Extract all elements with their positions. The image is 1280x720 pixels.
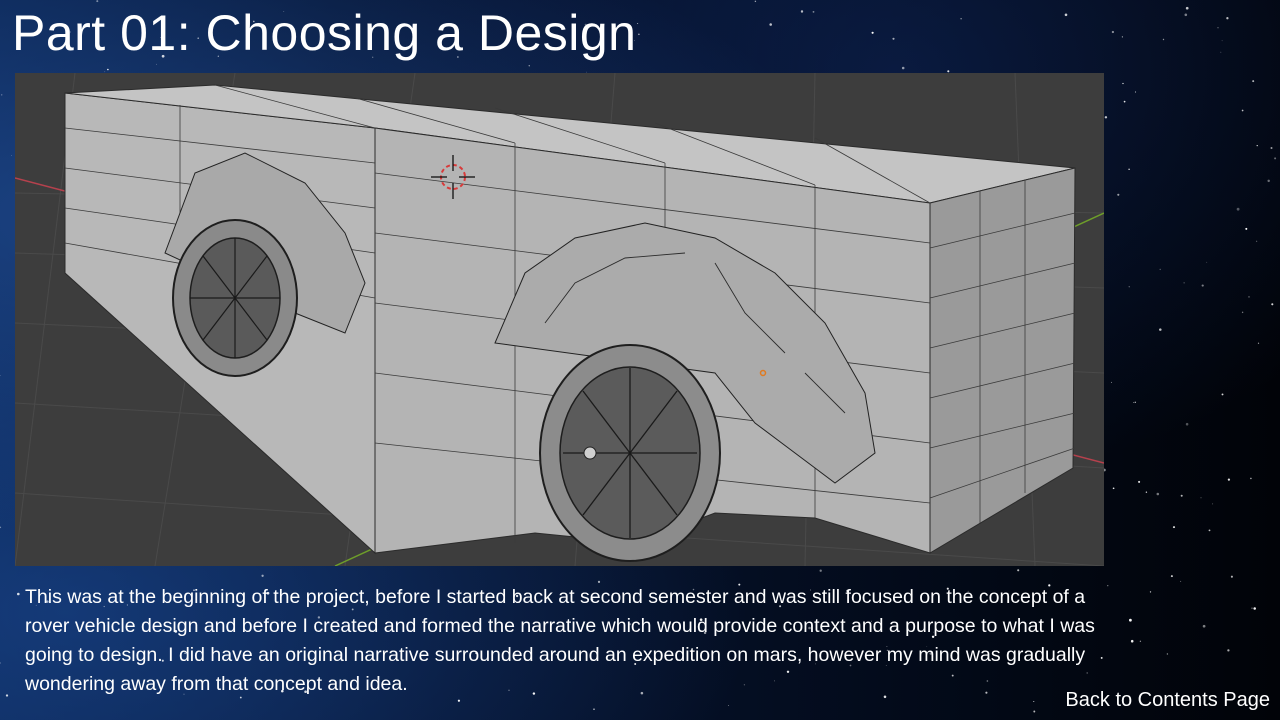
star (1107, 585, 1109, 587)
star (1033, 701, 1035, 702)
star (1128, 286, 1130, 288)
star (1134, 91, 1137, 93)
star (457, 699, 461, 702)
star (11, 154, 12, 156)
star (5, 694, 9, 697)
star (1017, 569, 1020, 572)
star (637, 23, 639, 25)
star (1112, 487, 1115, 490)
star (1162, 38, 1165, 41)
star (1129, 618, 1132, 622)
star (1248, 296, 1250, 298)
star (1236, 207, 1240, 211)
star (1251, 607, 1253, 609)
star (1226, 17, 1229, 20)
star (1200, 497, 1202, 499)
star (1159, 328, 1162, 331)
star (1227, 478, 1231, 481)
star (1130, 639, 1134, 643)
star (1271, 303, 1274, 306)
star (1221, 40, 1223, 42)
star (1221, 393, 1224, 396)
star (0, 662, 1, 664)
star (0, 526, 2, 529)
star (1267, 179, 1270, 183)
star (1133, 402, 1135, 403)
star (107, 68, 109, 71)
star (1256, 240, 1258, 242)
star (1149, 591, 1152, 593)
star (1250, 477, 1252, 480)
star (800, 10, 804, 13)
star (17, 592, 20, 596)
star (960, 18, 962, 20)
star (1220, 51, 1222, 53)
star (754, 0, 757, 3)
star (1104, 116, 1108, 119)
star (1202, 624, 1206, 628)
star (1208, 529, 1211, 532)
star (1145, 491, 1148, 493)
star (1111, 381, 1112, 383)
star (901, 66, 905, 70)
star (638, 33, 640, 36)
star (1184, 13, 1188, 17)
star (812, 10, 815, 13)
star (1230, 575, 1233, 578)
star (1253, 607, 1256, 610)
back-to-contents-link[interactable]: Back to Contents Page (1065, 689, 1270, 712)
star (1111, 30, 1115, 34)
star (156, 63, 157, 65)
star (1064, 13, 1068, 17)
star (261, 574, 264, 577)
star (1274, 157, 1277, 160)
star (1212, 503, 1214, 505)
star (1128, 168, 1130, 171)
star (1180, 580, 1182, 582)
star (1172, 526, 1176, 529)
star (1185, 6, 1189, 10)
star (769, 23, 772, 26)
star (892, 37, 895, 40)
blender-viewport-screenshot (15, 73, 1104, 566)
star (1122, 82, 1124, 85)
star (528, 65, 530, 67)
star (593, 708, 595, 710)
star (1245, 227, 1248, 230)
slide-title: Part 01: Choosing a Design (12, 5, 637, 61)
star (1121, 36, 1123, 38)
star (1180, 494, 1183, 497)
star (1201, 284, 1204, 287)
star (1123, 100, 1126, 103)
rover-model-render (15, 73, 1104, 566)
star (1185, 422, 1189, 426)
star (819, 569, 822, 572)
star (96, 0, 99, 3)
star (1033, 710, 1036, 713)
star (1217, 27, 1219, 29)
star (871, 31, 874, 34)
star (1241, 109, 1244, 112)
star (1257, 342, 1260, 344)
star (1156, 492, 1160, 496)
star (1139, 640, 1142, 642)
star (1256, 145, 1258, 147)
star (1252, 80, 1255, 83)
star (728, 705, 730, 706)
star (1159, 268, 1161, 271)
star (1138, 480, 1141, 483)
slide-caption: This was at the beginning of the project… (25, 586, 1095, 695)
star (1270, 146, 1273, 150)
star (1166, 653, 1169, 655)
star (1241, 311, 1244, 314)
star (1206, 261, 1208, 263)
star (1117, 193, 1120, 196)
star (0, 94, 3, 96)
star (1227, 649, 1230, 652)
star (1170, 575, 1173, 578)
star (1183, 282, 1185, 284)
star (1134, 401, 1136, 403)
